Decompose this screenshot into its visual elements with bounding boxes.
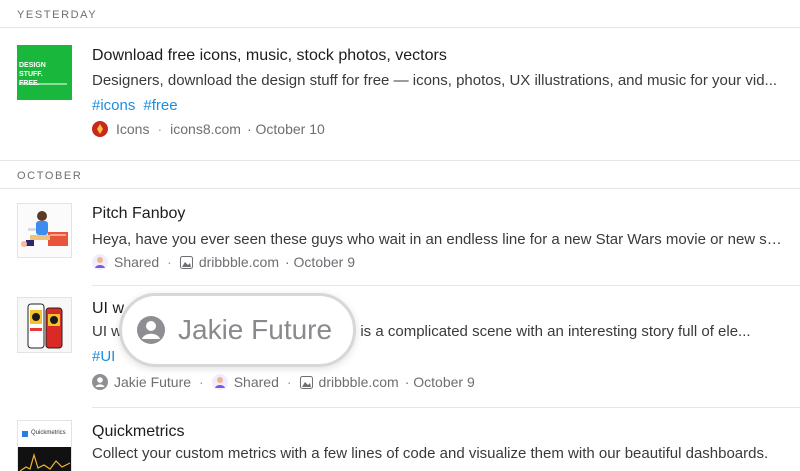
bookmark-list: YESTERDAY DESIGN STUFF. FREE. Download f…: [0, 0, 800, 471]
item-title[interactable]: UI w: [92, 300, 124, 318]
item-meta: Jakie Future · Shared · dribbble.com · O…: [92, 374, 475, 390]
avatar-icon: [211, 374, 228, 390]
section-label: YESTERDAY: [17, 9, 98, 21]
separator: ·: [167, 254, 172, 270]
tag-link[interactable]: #UI: [92, 348, 115, 365]
list-item[interactable]: DESIGN STUFF. FREE. Download free icons,…: [0, 28, 800, 153]
description-end: tion is a complicated scene with an inte…: [332, 323, 751, 340]
list-item[interactable]: UI w UI w tion is a complicated scene wit…: [0, 286, 800, 407]
item-date: · October 10: [246, 121, 325, 137]
image-icon: [179, 255, 193, 269]
item-thumbnail: Quickmetrics: [17, 420, 72, 471]
person-icon: [137, 316, 165, 344]
phone-mockup-icon: [27, 303, 63, 349]
icons-collection-icon: [92, 121, 108, 137]
item-description: Heya, have you ever seen these guys who …: [92, 231, 782, 248]
person-icon: [92, 374, 108, 390]
tag-link[interactable]: #free: [143, 97, 177, 114]
list-item[interactable]: Quickmetrics Quickmetrics Collect your c…: [0, 408, 800, 471]
quickmetrics-logo-icon: [18, 431, 71, 471]
author-callout: Jakie Future: [119, 293, 356, 367]
item-title[interactable]: Pitch Fanboy: [92, 205, 185, 223]
callout-label: Jakie Future: [178, 314, 333, 345]
author-name[interactable]: Jakie Future: [114, 374, 191, 390]
collection-name[interactable]: Shared: [114, 254, 159, 270]
item-meta: Shared · dribbble.com · October 9: [92, 254, 355, 270]
item-date: · October 9: [284, 254, 356, 270]
image-icon: [299, 375, 313, 389]
avatar-icon: [92, 254, 108, 270]
collection-name[interactable]: Shared: [234, 374, 279, 390]
description-start: UI w: [92, 323, 122, 340]
item-tags: #UI: [92, 348, 123, 365]
item-thumbnail: [17, 203, 72, 258]
item-description: Designers, download the design stuff for…: [92, 72, 778, 89]
item-title[interactable]: Download free icons, music, stock photos…: [92, 47, 447, 65]
item-domain[interactable]: dribbble.com: [199, 254, 279, 270]
list-item[interactable]: Pitch Fanboy Heya, have you ever seen th…: [0, 189, 800, 285]
separator: ·: [199, 374, 204, 390]
item-title[interactable]: Quickmetrics: [92, 423, 184, 441]
item-date: · October 9: [404, 374, 475, 390]
section-header-yesterday: YESTERDAY: [0, 0, 800, 28]
separator: ·: [286, 374, 292, 390]
collection-name[interactable]: Icons: [116, 121, 149, 137]
item-domain[interactable]: icons8.com: [170, 121, 241, 137]
tag-link[interactable]: #icons: [92, 97, 135, 114]
thumbnail-line: [19, 83, 67, 85]
separator: ·: [157, 121, 163, 137]
item-domain[interactable]: dribbble.com: [319, 374, 399, 390]
section-header-october: OCTOBER: [0, 160, 800, 189]
item-description: Collect your custom metrics with a few l…: [92, 445, 769, 462]
item-thumbnail: [17, 297, 72, 353]
item-meta: Icons · icons8.com · October 10: [92, 121, 325, 137]
section-label: OCTOBER: [17, 170, 83, 182]
item-thumbnail: DESIGN STUFF. FREE.: [17, 45, 72, 100]
illustration-icon: [21, 211, 68, 247]
thumbnail-text: Quickmetrics: [31, 430, 66, 436]
item-tags: #icons #free: [92, 97, 186, 114]
